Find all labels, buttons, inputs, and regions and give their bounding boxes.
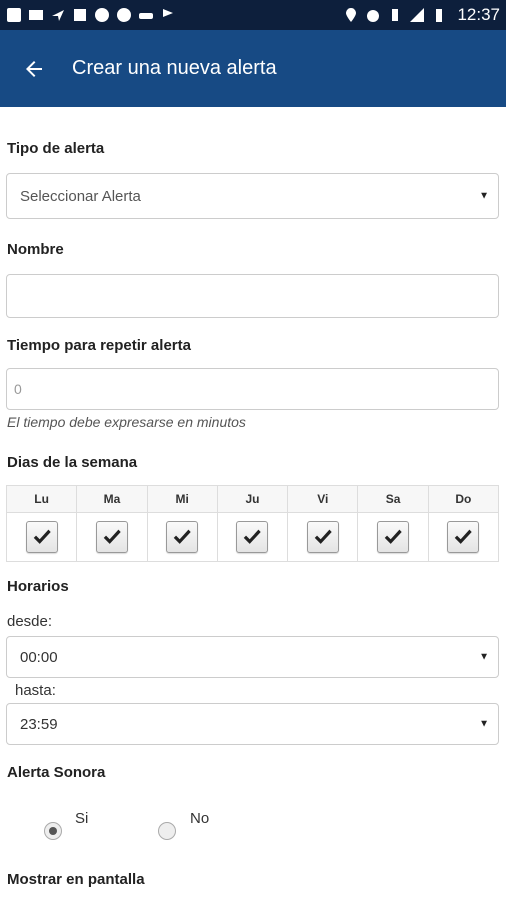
sound-label: Alerta Sonora xyxy=(7,764,106,781)
day-header-lu: Lu xyxy=(5,485,78,513)
day-checkbox-vi[interactable] xyxy=(306,521,339,553)
day-cell xyxy=(76,512,148,562)
sound-option-si-label: Si xyxy=(75,810,89,827)
day-checkbox-do[interactable] xyxy=(447,521,480,553)
sound-radio-no[interactable] xyxy=(158,822,176,840)
app-bar: Crear una nueva alerta xyxy=(0,30,506,107)
day-cell xyxy=(427,512,500,562)
day-checkbox-ju[interactable] xyxy=(236,521,269,553)
schedule-label: Horarios xyxy=(7,578,69,595)
facebook-icon xyxy=(6,7,22,23)
day-cell xyxy=(357,512,429,562)
days-table: Lu Ma Mi Ju Vi Sa Do xyxy=(5,485,500,562)
system-icons: 12:37 xyxy=(343,5,500,25)
status-time: 12:37 xyxy=(457,5,500,24)
location-icon xyxy=(343,7,359,23)
to-time-select[interactable]: 23:59 ▼ xyxy=(6,703,499,745)
day-cell xyxy=(287,512,359,562)
notification-icons xyxy=(6,7,176,23)
day-header-sa: Sa xyxy=(357,485,429,513)
mail-icon xyxy=(28,7,44,23)
day-cell xyxy=(146,512,218,562)
from-label: desde: xyxy=(7,613,53,630)
from-time-select[interactable]: 00:00 ▼ xyxy=(6,636,499,678)
repeat-label: Tiempo para repetir alerta xyxy=(7,337,191,354)
name-label: Nombre xyxy=(7,241,64,258)
day-cell xyxy=(5,512,78,562)
name-input[interactable] xyxy=(6,274,499,318)
checkmark-icon xyxy=(244,529,262,544)
repeat-helper-text: El tiempo debe expresarse en minutos xyxy=(7,414,246,430)
vibrate-icon xyxy=(387,7,403,23)
radio-selected-dot xyxy=(49,827,57,835)
circle-icon xyxy=(116,7,132,23)
chevron-down-icon: ▼ xyxy=(479,651,489,663)
arrow-left-icon xyxy=(26,60,42,77)
day-cell xyxy=(216,512,289,562)
day-header-mi: Mi xyxy=(146,485,218,513)
day-checkbox-sa[interactable] xyxy=(377,521,410,553)
flag-icon xyxy=(160,7,176,23)
battery-icon xyxy=(431,7,447,23)
alert-type-select[interactable]: Seleccionar Alerta ▼ xyxy=(6,173,499,219)
day-checkbox-lu[interactable] xyxy=(25,521,58,553)
whatsapp-icon xyxy=(94,7,110,23)
checkmark-icon xyxy=(33,529,51,544)
repeat-placeholder: 0 xyxy=(14,381,22,397)
back-button[interactable] xyxy=(12,47,56,91)
status-bar: 12:37 xyxy=(0,0,506,30)
signal-icon xyxy=(409,7,425,23)
checkmark-icon xyxy=(314,529,332,544)
photo-icon xyxy=(72,7,88,23)
day-header-ma: Ma xyxy=(76,485,148,513)
days-checkbox-row xyxy=(5,512,500,562)
car-icon xyxy=(138,7,154,23)
to-time-value: 23:59 xyxy=(20,715,58,733)
day-header-ju: Ju xyxy=(216,485,289,513)
day-checkbox-ma[interactable] xyxy=(95,521,128,553)
checkmark-icon xyxy=(103,529,121,544)
display-label: Mostrar en pantalla xyxy=(7,871,145,888)
alert-type-value: Seleccionar Alerta xyxy=(20,187,141,205)
sound-option-no-label: No xyxy=(190,810,210,827)
day-checkbox-mi[interactable] xyxy=(166,521,199,553)
checkmark-icon xyxy=(384,529,402,544)
alert-type-label: Tipo de alerta xyxy=(7,140,105,157)
alarm-icon xyxy=(365,7,381,23)
sound-radio-si[interactable] xyxy=(44,822,62,840)
to-label: hasta: xyxy=(15,682,56,699)
days-header-row: Lu Ma Mi Ju Vi Sa Do xyxy=(5,485,500,513)
day-header-vi: Vi xyxy=(287,485,359,513)
repeat-input[interactable]: 0 xyxy=(6,368,499,410)
checkmark-icon xyxy=(173,529,191,544)
checkmark-icon xyxy=(455,529,473,544)
from-time-value: 00:00 xyxy=(20,648,58,666)
plane-icon xyxy=(50,7,66,23)
chevron-down-icon: ▼ xyxy=(479,190,489,202)
chevron-down-icon: ▼ xyxy=(479,718,489,730)
page-title: Crear una nueva alerta xyxy=(72,57,277,79)
day-header-do: Do xyxy=(427,485,500,513)
days-label: Dias de la semana xyxy=(7,454,138,471)
